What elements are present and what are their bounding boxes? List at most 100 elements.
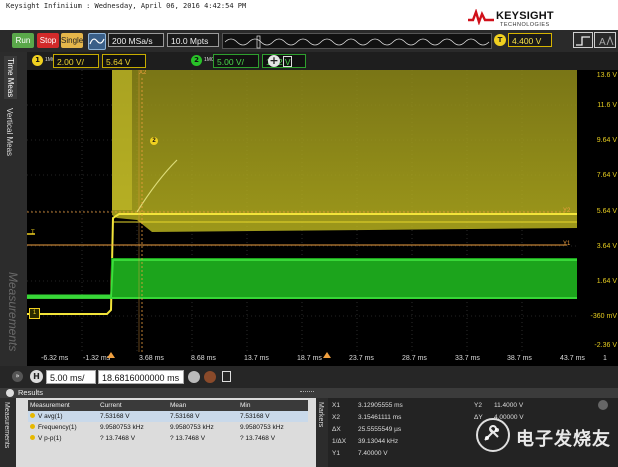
min-cell: 7.53168 V (238, 411, 308, 422)
reference-icon[interactable] (204, 371, 216, 383)
watermark: 电子发烧友 (470, 415, 618, 463)
trigger-level-marker[interactable]: T (31, 230, 35, 236)
horizontal-scale-field[interactable]: 5.00 ms/ (46, 370, 96, 384)
markers-tab-label: Markers (317, 402, 324, 428)
add-channel-icon[interactable]: + (268, 55, 280, 67)
measurement-name-cell: V avg(1) (28, 411, 98, 422)
trigger-level-field[interactable]: 4.400 V (508, 33, 552, 47)
tab-time-meas[interactable]: Time Meas (4, 56, 17, 100)
window-title: Keysight Infiniium : Wednesday, April 06… (6, 2, 247, 10)
tab-vertical-meas[interactable]: Vertical Meas (5, 108, 14, 156)
volt-tick: 11.6 V (597, 102, 617, 109)
channel-2-badge[interactable]: 2 (191, 55, 202, 66)
title-bar: Keysight Infiniium : Wednesday, April 06… (0, 0, 618, 30)
svg-text:A: A (599, 37, 606, 48)
channel-2-scale-field[interactable]: 5.00 V/ (213, 54, 259, 68)
channel-1-badge[interactable]: 1 (32, 55, 43, 66)
stop-button[interactable]: Stop (37, 33, 59, 48)
channel-2-onplot-marker[interactable]: 2 (150, 137, 158, 145)
current-cell: 7.53168 V (98, 411, 168, 422)
time-tick: 28.7 ms (402, 355, 427, 362)
acquisition-toolbar: Run Stop Single 200 MSa/s 10.0 Mpts T 4.… (0, 30, 618, 52)
volt-tick: 13.6 V (596, 72, 617, 79)
table-row[interactable]: V p-p(1) ? 13.7468 V ? 13.7468 V ? 13.74… (28, 433, 308, 444)
column-header[interactable]: Current (98, 400, 168, 411)
time-tick: 3.68 ms (139, 355, 164, 362)
marker-x-position-icon (323, 352, 331, 358)
channel-menu-icon[interactable] (283, 56, 292, 67)
channel-2-band (111, 258, 577, 298)
column-header[interactable]: Min (238, 400, 308, 411)
measurement-name: Frequency(1) (38, 424, 77, 431)
marker-y2-value: 11.4000 V (494, 402, 524, 409)
measurements-side-tab[interactable]: Measurements (0, 398, 16, 467)
marker-x2-label[interactable]: X2 (139, 70, 146, 76)
marker-inv-dx-label: 1/ΔX (332, 438, 347, 445)
current-cell: 9.9580753 kHz (100, 424, 144, 431)
channel-1-envelope (112, 70, 577, 232)
marker-x1-label: X1 (332, 402, 340, 409)
page-index: 1 (603, 355, 607, 362)
table-row[interactable]: Frequency(1) 9.9580753 kHz 9.9580753 kHz… (28, 422, 308, 433)
current-cell: ? 13.7468 V (100, 435, 136, 442)
logo-name: KEYSIGHT (496, 10, 554, 22)
table-row[interactable]: V avg(1) 7.53168 V 7.53168 V 7.53168 V (28, 411, 308, 422)
channel-1-ground-marker[interactable]: 1 (29, 308, 40, 319)
measurements-ghost-label: Measurements (6, 272, 20, 352)
horizontal-position-field[interactable]: 18.6816000000 ms (98, 370, 184, 384)
mean-cell: 9.9580753 kHz (170, 424, 214, 431)
sample-rate-field[interactable]: 200 MSa/s (108, 33, 164, 47)
volt-tick: 3.64 V (596, 243, 617, 250)
time-tick: 18.7 ms (297, 355, 322, 362)
horizontal-controls: » H 5.00 ms/ 18.6816000000 ms (0, 366, 618, 388)
volt-tick: 9.64 V (596, 137, 617, 144)
volt-tick: -2.36 V (594, 342, 617, 349)
marker-y1-value: 7.40000 V (358, 450, 388, 457)
zoom-icon[interactable] (188, 371, 200, 383)
time-tick: 43.7 ms (560, 355, 585, 362)
results-title: Results (18, 388, 44, 397)
measurement-name-cell: V p-p(1) (28, 433, 98, 444)
channel-1-scale-field[interactable]: 2.00 V/ (53, 54, 99, 68)
horizontal-menu-icon[interactable] (222, 371, 231, 382)
watermark-text: 电子发烧友 (516, 429, 611, 450)
status-dot-icon (30, 424, 35, 429)
column-header[interactable]: Measurement (28, 400, 98, 411)
markers-scroll-icon[interactable] (598, 400, 608, 410)
trigger-channel-badge[interactable]: T (494, 34, 506, 46)
waveform-overview[interactable] (222, 33, 492, 49)
run-button[interactable]: Run (12, 33, 34, 48)
marker-dx-label: ΔX (332, 426, 341, 433)
keysight-logo: KEYSIGHT TECHNOLOGIES (468, 9, 588, 31)
time-tick: 38.7 ms (507, 355, 532, 362)
marker-y1-label: Y1 (332, 450, 340, 457)
memory-depth-field[interactable]: 10.0 Mpts (167, 33, 219, 47)
marker-x2-value: 3.15461111 ms (358, 414, 402, 421)
time-axis: -6.32 ms -1.32 ms 3.68 ms 8.68 ms 13.7 m… (27, 352, 618, 366)
waveform-display[interactable]: X2 Y2 Y1 2 T 1 (27, 70, 577, 352)
volt-tick: 1.64 V (596, 278, 617, 285)
voltage-axis: 13.6 V 11.6 V 9.64 V 7.64 V 5.64 V 3.64 … (577, 70, 618, 352)
side-tabs: Time Meas Vertical Meas Measurements (0, 52, 27, 370)
measurement-name: V avg(1) (38, 413, 63, 420)
volt-tick: -360 mV (590, 313, 617, 320)
edge-trigger-icon[interactable] (573, 32, 593, 48)
horizontal-badge-icon[interactable]: H (30, 370, 43, 383)
trigger-mode-icon[interactable]: A (594, 32, 616, 48)
marker-y2-label[interactable]: Y2 (563, 208, 570, 214)
settings-gear-icon[interactable] (6, 389, 14, 397)
collapse-chevron-icon[interactable]: » (12, 371, 23, 382)
time-tick: 23.7 ms (349, 355, 374, 362)
markers-side-tab[interactable]: Markers (316, 398, 328, 467)
single-button[interactable]: Single (61, 33, 83, 48)
measurements-table: Measurement Current Mean Min V avg(1) 7.… (28, 400, 308, 444)
column-header[interactable]: Mean (168, 400, 238, 411)
marker-y1-label[interactable]: Y1 (563, 241, 570, 247)
time-tick: 8.68 ms (191, 355, 216, 362)
autoscale-button[interactable] (88, 33, 106, 50)
channel-1-offset-field[interactable]: 5.64 V (102, 54, 146, 68)
resize-grip-icon[interactable] (300, 391, 314, 394)
mean-cell: 7.53168 V (168, 411, 238, 422)
waveform-svg (27, 70, 577, 352)
mean-cell: ? 13.7468 V (170, 435, 206, 442)
